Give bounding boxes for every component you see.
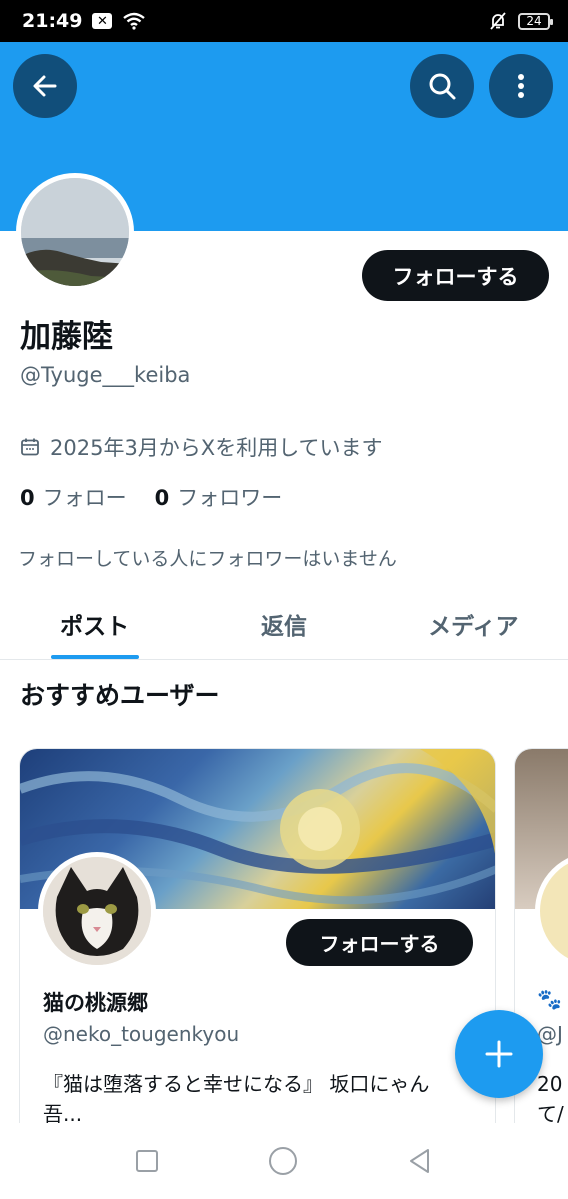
partial-card-bio-line1: 20 [537,1072,563,1096]
wifi-icon [123,12,146,30]
followers-count: 0 [154,486,170,510]
battery-icon: 24 [518,12,553,30]
card-follow-button[interactable]: フォローする [286,919,473,966]
following-count: 0 [20,486,35,510]
x-notification-icon: ✕ [92,13,113,29]
tab-posts[interactable]: ポスト [0,588,189,659]
card-user-name: 猫の桃源郷 [43,991,148,1015]
followers-link[interactable]: 0 フォロワー [155,482,283,512]
more-button[interactable] [489,54,553,118]
back-nav-icon[interactable] [406,1147,434,1175]
profile-handle: @Tyuge___keiba [20,363,191,387]
more-vertical-icon [518,74,524,98]
bell-muted-icon [490,12,506,30]
calendar-icon [21,438,39,456]
home-icon[interactable] [267,1145,299,1177]
plus-icon [485,1040,513,1068]
joined-date: 2025年3月からXを利用しています [20,432,383,462]
tab-replies[interactable]: 返信 [189,588,378,659]
following-label: フォロー [42,486,127,510]
no-followers-note: フォローしている人にフォロワーはいません [18,548,397,570]
followers-label: フォロワー [177,486,283,510]
profile-name: 加藤陸 [20,319,113,355]
compose-button[interactable] [455,1010,543,1098]
follow-button[interactable]: フォローする [362,250,549,301]
suggested-user-card[interactable]: フォローする 猫の桃源郷 @neko_tougenkyou 『猫は堕落すると幸せ… [19,748,496,1148]
card-avatar [38,852,156,970]
arrow-left-icon [33,75,57,97]
back-button[interactable] [13,54,77,118]
status-time: 21:49 [22,10,83,32]
joined-text: 2025年3月からXを利用しています [50,436,383,460]
status-bar: 21:49 ✕ 24 [0,0,568,42]
cat-avatar-image [43,857,151,965]
system-nav-bar [0,1123,568,1199]
avatar-image [21,178,129,286]
following-link[interactable]: 0 フォロー [20,482,127,512]
tab-media[interactable]: メディア [379,588,568,659]
profile-avatar[interactable] [16,173,134,291]
profile-tabs: ポスト 返信 メディア [0,588,568,660]
follow-counts: 0 フォロー 0 フォロワー [20,482,282,512]
search-icon [429,73,456,100]
paw-icon: 🐾 [537,987,562,1011]
card-user-handle: @neko_tougenkyou [43,1022,240,1046]
search-button[interactable] [410,54,474,118]
card-user-bio: 『猫は堕落すると幸せになる』 坂口にゃん吾... [43,1072,430,1126]
suggestions-title: おすすめユーザー [20,681,220,710]
recent-apps-icon[interactable] [134,1148,160,1174]
